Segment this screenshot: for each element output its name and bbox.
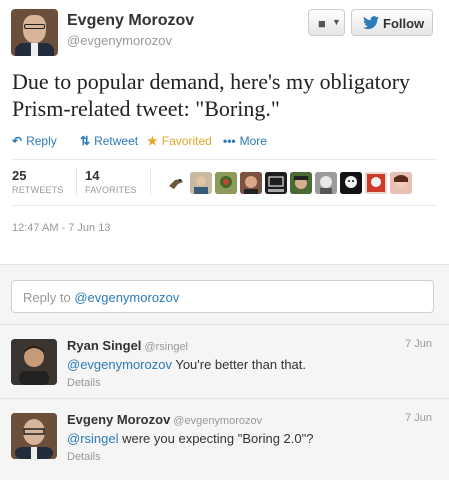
favoriter-avatar[interactable] — [165, 172, 187, 194]
favoriter-avatar[interactable] — [315, 172, 337, 194]
tweet-detail: Evgeny Morozov @evgenymorozov ■ ▼ Follow… — [0, 0, 449, 260]
reply-author[interactable]: Ryan Singel @rsingel — [67, 338, 188, 353]
reply-date[interactable]: 7 Jun — [405, 412, 432, 424]
favoriter-avatar[interactable] — [365, 172, 387, 194]
reply-text: @rsingel were you expecting "Boring 2.0"… — [67, 431, 313, 446]
retweets-label: RETWEETS — [12, 185, 64, 195]
reply-item[interactable]: Evgeny Morozov @evgenymorozov 7 Jun @rsin… — [0, 398, 449, 480]
reply-text: @evgenymorozov You're better than that. — [67, 357, 306, 372]
reply-body: were you expecting "Boring 2.0"? — [118, 431, 314, 446]
reply-details-link[interactable]: Details — [67, 377, 101, 389]
more-dots-icon: ••• — [223, 134, 236, 148]
user-dropdown-icon: ■ — [318, 16, 326, 31]
reply-body: You're better than that. — [171, 357, 306, 372]
favorites-count: 14 — [85, 168, 100, 183]
divider — [12, 159, 437, 160]
favorites-label: FAVORITES — [85, 185, 137, 195]
favorite-action[interactable]: ★ Favorited — [147, 134, 212, 148]
reply-author[interactable]: Evgeny Morozov @evgenymorozov — [67, 412, 262, 427]
author-handle[interactable]: @evgenymorozov — [67, 33, 172, 48]
reply-mention[interactable]: @rsingel — [67, 431, 119, 446]
avatar-shirt — [31, 43, 38, 56]
retweet-action[interactable]: ⇅ Retweet — [80, 134, 138, 148]
reply-date[interactable]: 7 Jun — [405, 338, 432, 350]
caret-down-icon: ▼ — [332, 17, 341, 27]
favoriter-avatar[interactable] — [240, 172, 262, 194]
reply-item[interactable]: Ryan Singel @rsingel 7 Jun @evgenymorozov… — [0, 324, 449, 398]
avatar-face — [23, 15, 46, 43]
avatar-glasses — [24, 24, 45, 29]
favoriter-avatar[interactable] — [265, 172, 287, 194]
twitter-bird-icon — [363, 16, 379, 30]
favoriter-avatar[interactable] — [290, 172, 312, 194]
author-avatar[interactable] — [11, 9, 58, 56]
reply-label: Reply — [26, 134, 57, 148]
retweets-stat[interactable]: 25 RETWEETS — [12, 168, 64, 195]
reply-author-name: Evgeny Morozov — [67, 412, 171, 427]
reply-placeholder: Reply to @evgenymorozov — [23, 290, 179, 305]
reply-action[interactable]: ↶ Reply — [12, 134, 57, 148]
favorited-label: Favorited — [161, 134, 212, 148]
favoriter-avatar[interactable] — [340, 172, 362, 194]
more-label: More — [239, 134, 267, 148]
tweet-timestamp[interactable]: 12:47 AM - 7 Jun 13 — [12, 222, 110, 234]
favorites-stat[interactable]: 14 FAVORITES — [85, 168, 137, 195]
reply-input[interactable]: Reply to @evgenymorozov — [11, 280, 434, 313]
reply-mention[interactable]: @evgenymorozov — [67, 357, 172, 372]
stat-separator — [76, 168, 77, 196]
reply-author-handle: @rsingel — [144, 341, 188, 353]
tweet-text: Due to popular demand, here's my obligat… — [12, 69, 411, 121]
reply-avatar[interactable] — [11, 413, 57, 459]
reply-arrow-icon: ↶ — [12, 134, 23, 148]
retweet-icon: ⇅ — [80, 134, 91, 148]
favoriter-avatar[interactable] — [215, 172, 237, 194]
reply-author-name: Ryan Singel — [67, 338, 142, 353]
retweets-count: 25 — [12, 168, 27, 183]
favoriter-avatar[interactable] — [190, 172, 212, 194]
more-action[interactable]: ••• More — [223, 134, 267, 148]
follow-button[interactable]: Follow — [351, 9, 433, 36]
author-name[interactable]: Evgeny Morozov — [67, 12, 194, 30]
favoriter-avatar[interactable] — [390, 172, 412, 194]
reply-prefix: Reply to — [23, 290, 75, 305]
star-icon: ★ — [147, 134, 158, 148]
stat-separator — [150, 168, 151, 196]
divider — [12, 205, 437, 206]
reply-mention: @evgenymorozov — [74, 290, 180, 305]
user-actions-button[interactable]: ■ ▼ — [308, 9, 345, 36]
reply-section: Reply to @evgenymorozov Ryan Singel @rsin… — [0, 264, 449, 480]
reply-details-link[interactable]: Details — [67, 451, 101, 463]
reply-avatar[interactable] — [11, 339, 57, 385]
reply-author-handle: @evgenymorozov — [173, 415, 263, 427]
follow-label: Follow — [383, 16, 425, 31]
retweet-label: Retweet — [94, 134, 139, 148]
